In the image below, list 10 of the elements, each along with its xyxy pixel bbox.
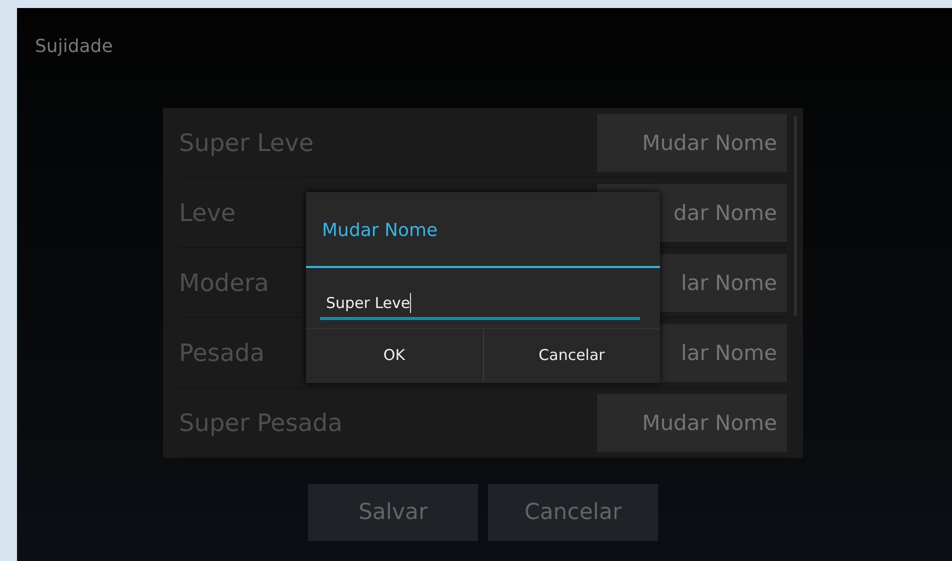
dialog-button[interactable]: Cancelar	[482, 329, 660, 381]
action-button[interactable]: Salvar	[308, 484, 478, 541]
rename-button[interactable]: Mudar Nome	[597, 394, 787, 452]
text-cursor	[410, 292, 412, 312]
name-input-field[interactable]: Super Leve	[320, 288, 640, 320]
rename-button[interactable]: Mudar Nome	[597, 114, 787, 172]
screen-title: Sujidade	[35, 36, 113, 57]
dialog-title: Mudar Nome	[321, 219, 439, 239]
action-button[interactable]: Cancelar	[488, 484, 658, 541]
dialog-button[interactable]: OK	[306, 329, 482, 381]
